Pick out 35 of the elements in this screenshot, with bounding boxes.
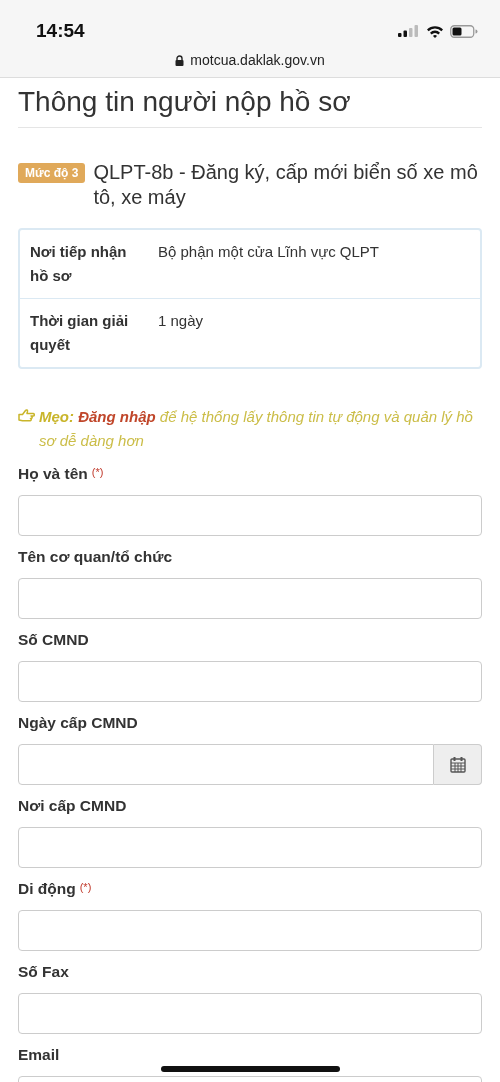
field-label: Số Fax [18,963,69,980]
page-title: Thông tin người nộp hồ sơ [18,78,482,128]
field-label: Di động [18,880,76,897]
date-field[interactable] [18,744,434,785]
table-cell-text: Bộ phận một cửa Lĩnh vực QLPT [157,242,381,262]
field-label: Ngày cấp CMND [18,714,138,731]
required-mark: (*) [91,466,104,478]
status-time: 14:54 [36,20,85,42]
table-cell-text: Thời gian giải quyết [30,311,130,355]
pointing-hand-icon [18,409,35,422]
field-label: Họ và tên [18,465,88,482]
calendar-button[interactable] [434,744,482,785]
input-field[interactable] [18,578,482,619]
calendar-icon [449,756,466,773]
lock-icon [175,54,185,66]
table-cell-text: Nơi tiếp nhận hồ sơ [30,242,128,286]
wifi-icon [426,24,444,38]
battery-icon [450,24,478,38]
procedure-title: QLPT-8b - Đăng ký, cấp mới biển số xe mô tô, xe máy [93,160,479,210]
login-link[interactable]: Đăng nhập [78,408,156,425]
required-mark: (*) [79,881,92,893]
field-label: Email [18,1046,60,1063]
field-label: Số CMND [18,631,89,648]
input-field[interactable] [18,495,482,536]
tip-text: Mẹo: Đăng nhập để hệ thống lấy thông tin tự động và quản lý hồ sơ dễ dàng hơn [39,407,474,451]
field-label: Tên cơ quan/tổ chức [18,548,172,565]
field-label: Nơi cấp CMND [18,797,127,814]
signal-icon [398,25,420,37]
input-field[interactable] [18,827,482,868]
input-field[interactable] [18,661,482,702]
level-badge: Mức độ 3 [18,163,86,183]
input-field[interactable] [18,993,482,1034]
url-text[interactable]: motcua.daklak.gov.vn [190,52,325,68]
input-field[interactable] [18,910,482,951]
table-cell-text: 1 ngày [157,311,205,331]
